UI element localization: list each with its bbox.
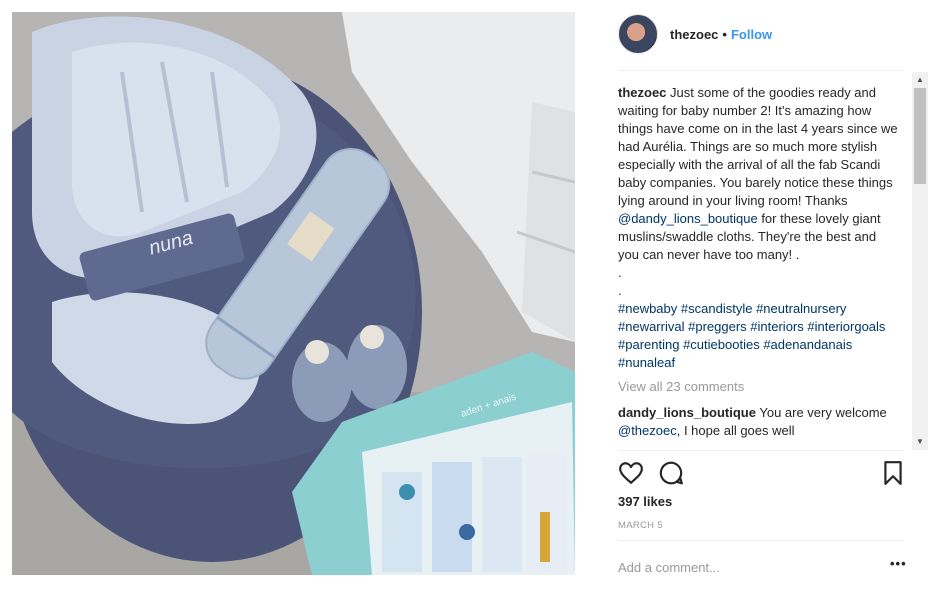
hashtag[interactable]: #nunaleaf <box>618 355 675 370</box>
scroll-up-arrow[interactable]: ▲ <box>912 72 928 88</box>
avatar[interactable] <box>618 14 658 54</box>
caption-dot-line-1: . <box>618 265 622 280</box>
heart-icon[interactable] <box>618 460 644 486</box>
scroll-thumb[interactable] <box>914 88 926 184</box>
hashtag[interactable]: #newbaby <box>618 301 677 316</box>
caption-mention[interactable]: @dandy_lions_boutique <box>618 211 758 226</box>
comment-icon[interactable] <box>658 460 684 486</box>
post-date: MARCH 5 <box>618 520 663 531</box>
view-all-comments-link[interactable]: View all 23 comments <box>618 378 900 396</box>
header-dot-separator: • <box>722 26 727 42</box>
caption-username[interactable]: thezoec <box>618 85 666 100</box>
comments-scrollbar[interactable]: ▲ ▼ <box>912 72 928 450</box>
add-comment-input[interactable] <box>618 556 868 578</box>
caption: thezoec Just some of the goodies ready a… <box>618 84 900 372</box>
comment-username[interactable]: dandy_lions_boutique <box>618 405 756 420</box>
bookmark-icon[interactable] <box>880 460 906 486</box>
divider <box>618 450 904 451</box>
comment-mention[interactable]: @thezoec <box>618 423 677 438</box>
hashtag[interactable]: #interiorgoals <box>807 319 885 334</box>
scroll-down-arrow[interactable]: ▼ <box>912 434 928 450</box>
hashtag[interactable]: #adenandanais <box>763 337 852 352</box>
divider <box>618 540 904 541</box>
hashtag[interactable]: #neutralnursery <box>756 301 846 316</box>
caption-dot-line-2: . <box>618 283 622 298</box>
hashtag[interactable]: #interiors <box>750 319 803 334</box>
comments-section[interactable]: thezoec Just some of the goodies ready a… <box>618 84 900 450</box>
post-header: thezoec • Follow <box>618 12 904 56</box>
comment-text-1: You are very welcome <box>759 405 887 420</box>
more-options-icon[interactable]: ••• <box>890 556 907 571</box>
post-photo[interactable]: nuna aden + anais <box>12 12 575 575</box>
post-photo-illustration: nuna aden + anais <box>12 12 575 575</box>
caption-text-1: Just some of the goodies ready and waiti… <box>618 85 898 208</box>
caption-hashtags: #newbaby #scandistyle #neutralnursery #n… <box>618 300 900 372</box>
comment: dandy_lions_boutique You are very welcom… <box>618 404 900 440</box>
hashtag[interactable]: #scandistyle <box>681 301 753 316</box>
hashtag[interactable]: #parenting <box>618 337 679 352</box>
comment-text-2: , I hope all goes well <box>676 423 795 438</box>
header-username[interactable]: thezoec <box>670 27 718 42</box>
post-side-panel: thezoec • Follow thezoec Just some of th… <box>606 0 928 591</box>
follow-button[interactable]: Follow <box>731 27 772 42</box>
post-actions <box>618 458 904 488</box>
hashtag[interactable]: #preggers <box>688 319 747 334</box>
likes-count[interactable]: 397 likes <box>618 494 672 509</box>
hashtag[interactable]: #newarrival <box>618 319 684 334</box>
divider <box>618 70 904 71</box>
hashtag[interactable]: #cutiebooties <box>683 337 760 352</box>
